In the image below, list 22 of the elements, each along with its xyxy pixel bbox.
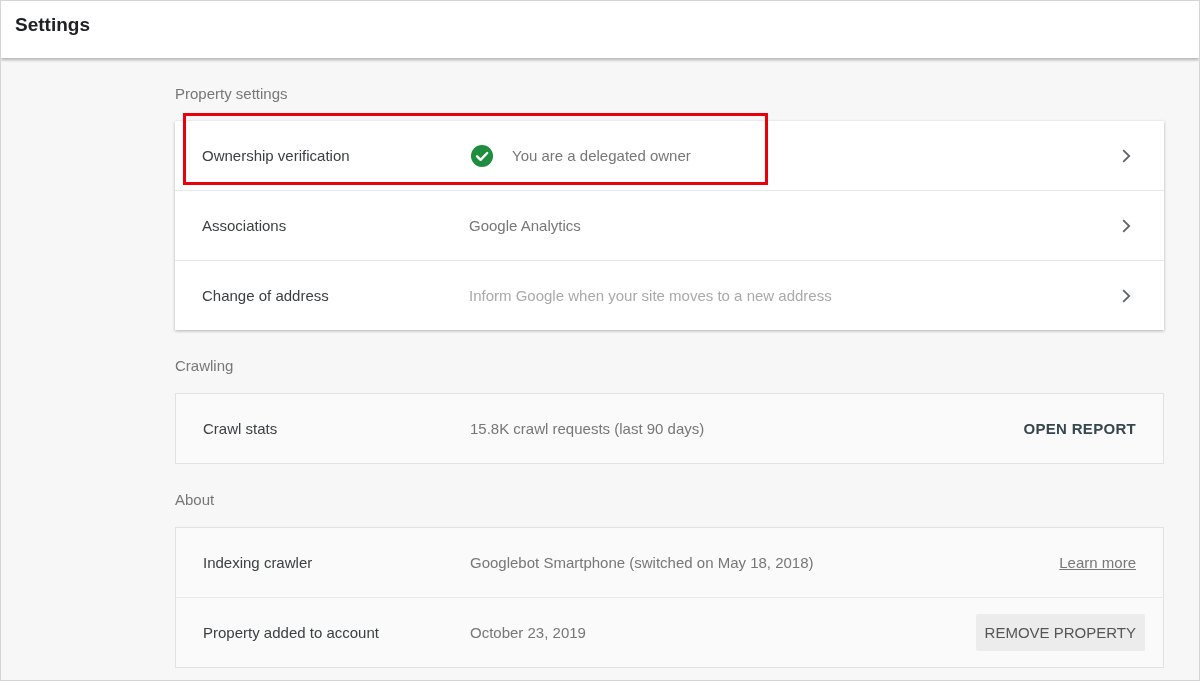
setting-label: Crawl stats bbox=[203, 419, 278, 437]
section-heading: Crawling bbox=[175, 356, 234, 376]
section-heading: About bbox=[175, 490, 215, 510]
chevron-right-icon[interactable] bbox=[1122, 288, 1131, 303]
setting-value: Google Analytics bbox=[469, 217, 581, 234]
learn-more-link[interactable]: Learn more bbox=[1059, 554, 1136, 571]
setting-label: Change of address bbox=[202, 286, 329, 304]
page-title: Settings bbox=[15, 14, 90, 35]
setting-label: Associations bbox=[202, 216, 287, 234]
section-heading: Property settings bbox=[175, 84, 288, 104]
setting-value: Inform Google when your site moves to a new address bbox=[469, 287, 832, 304]
chevron-right-icon[interactable] bbox=[1122, 218, 1131, 233]
setting-value: You are a delegated owner bbox=[512, 147, 691, 164]
open-report-button[interactable]: OPEN REPORT bbox=[1023, 414, 1136, 443]
setting-value: October 23, 2019 bbox=[470, 624, 586, 641]
chevron-right-icon[interactable] bbox=[1122, 148, 1131, 163]
setting-value: Googlebot Smartphone (switched on May 18, 2018) bbox=[470, 554, 814, 571]
setting-value: 15.8K crawl requests (last 90 days) bbox=[470, 420, 705, 437]
setting-label: Ownership verification bbox=[202, 146, 350, 164]
setting-label: Property added to account bbox=[203, 623, 379, 641]
setting-label: Indexing crawler bbox=[203, 553, 313, 571]
remove-property-button[interactable]: REMOVE PROPERTY bbox=[975, 614, 1145, 651]
